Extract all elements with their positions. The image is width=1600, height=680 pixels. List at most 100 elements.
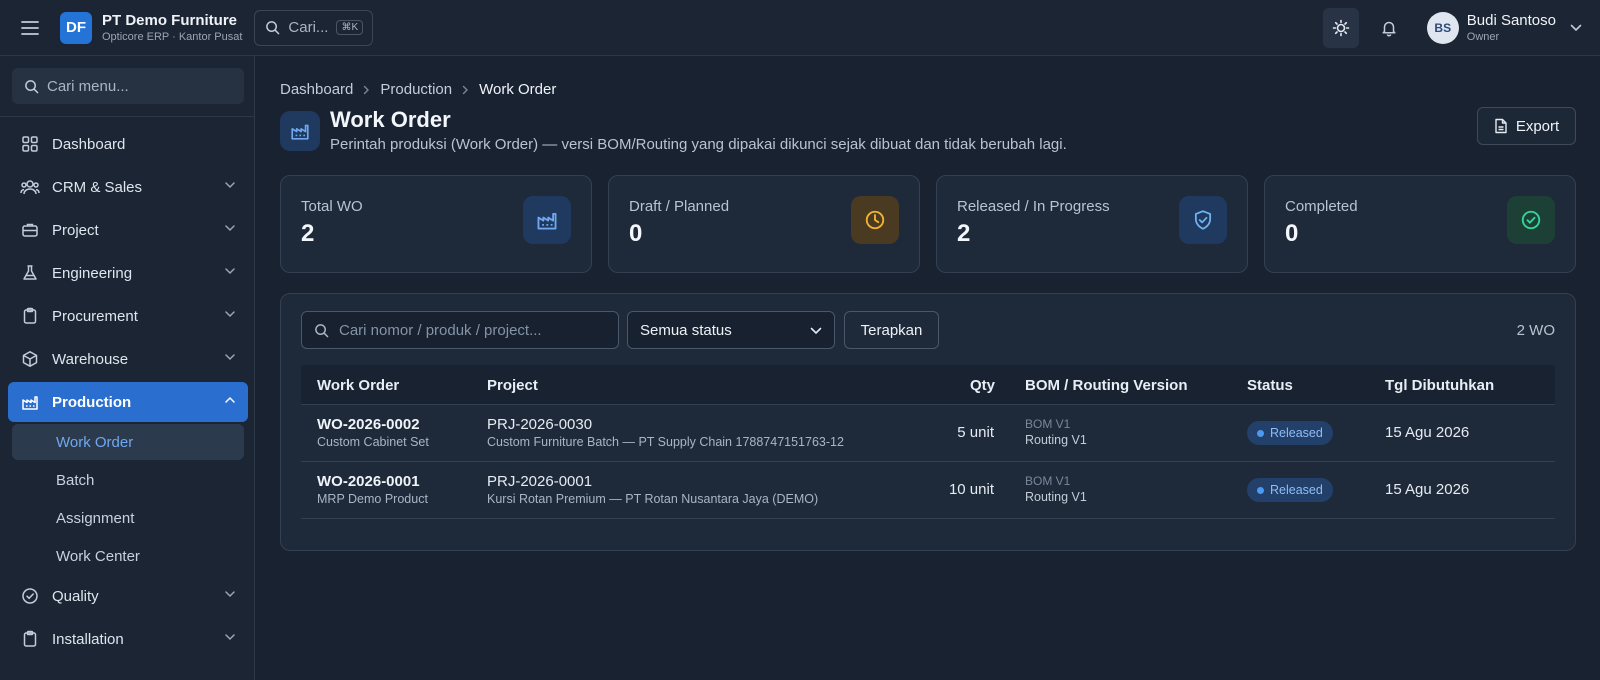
bom-cell: BOM V1 Routing V1 <box>1025 417 1087 447</box>
qty-cell: 5 unit <box>957 424 994 441</box>
column-header-qty: Qty <box>970 377 996 394</box>
shield-check-icon <box>1179 196 1227 244</box>
page-description: Perintah produksi (Work Order) — versi B… <box>330 136 1067 153</box>
sidebar-subitem-work-order[interactable]: Work Order <box>12 424 244 460</box>
chevron-down-icon <box>224 310 236 318</box>
sidebar-item-label: Quality <box>52 587 99 605</box>
wo-number[interactable]: WO-2026-0001 <box>317 473 428 490</box>
check-circle-icon <box>20 586 40 606</box>
stat-value: 2 <box>301 220 315 247</box>
sidebar-item-dashboard[interactable]: Dashboard <box>8 124 248 164</box>
stat-card-draft-planned: Draft / Planned 0 <box>608 175 920 273</box>
factory-icon <box>20 392 40 412</box>
top-bar: DF PT Demo Furniture Opticore ERP · Kant… <box>0 0 1600 56</box>
project-description: Kursi Rotan Premium — PT Rotan Nusantara… <box>487 492 819 506</box>
sidebar-item-label: Engineering <box>52 264 133 282</box>
status-select[interactable]: Semua status <box>627 311 835 349</box>
stat-card-total-wo: Total WO 2 <box>280 175 592 273</box>
search-icon <box>24 79 39 94</box>
breadcrumb-dashboard[interactable]: Dashboard <box>280 81 353 98</box>
global-search-label: Cari... <box>288 19 329 36</box>
box-icon <box>20 349 40 369</box>
sidebar-item-label: Procurement <box>52 307 138 325</box>
main-content: Dashboard Production Work Order Work Ord… <box>255 56 1600 680</box>
sidebar-item-warehouse[interactable]: Warehouse <box>8 339 248 379</box>
menu-search[interactable]: Cari menu... <box>12 68 244 104</box>
table-row[interactable]: WO-2026-0001 MRP Demo Product PRJ-2026-0… <box>301 462 1555 519</box>
avatar[interactable]: BS <box>1426 12 1459 44</box>
chevron-down-icon <box>224 590 236 598</box>
export-button[interactable]: Export <box>1477 107 1576 145</box>
chevron-down-icon <box>224 224 236 232</box>
sidebar-item-crm-sales[interactable]: CRM & Sales <box>8 167 248 207</box>
sidebar-item-production[interactable]: Production <box>8 382 248 422</box>
stat-label: Completed <box>1285 198 1358 215</box>
column-header-bom-routing: BOM / Routing Version <box>1025 377 1188 394</box>
grid-icon <box>20 134 40 154</box>
sidebar-item-installation[interactable]: Installation <box>8 619 248 659</box>
chevron-down-icon <box>810 327 822 335</box>
global-search-button[interactable]: Cari... ⌘K <box>254 9 374 46</box>
status-cell: Released <box>1247 421 1333 445</box>
status-dot <box>1257 429 1264 437</box>
project-number: PRJ-2026-0030 <box>487 416 593 433</box>
brand-subtitle: Opticore ERP · Kantor Pusat <box>102 30 243 43</box>
breadcrumb-production[interactable]: Production <box>380 81 452 98</box>
sidebar-item-label: CRM & Sales <box>52 178 143 196</box>
status-label: Released <box>1270 483 1323 497</box>
user-menu[interactable]: Budi Santoso Owner <box>1467 12 1556 44</box>
date-cell: 15 Agu 2026 <box>1385 481 1470 498</box>
sidebar-item-quality[interactable]: Quality <box>8 576 248 616</box>
sidebar-subitem-assignment[interactable]: Assignment <box>12 500 244 536</box>
flask-icon <box>20 263 40 283</box>
column-header-status: Status <box>1247 377 1293 394</box>
breadcrumb: Dashboard Production Work Order <box>280 81 556 98</box>
check-circle-icon <box>1507 196 1555 244</box>
sidebar-item-engineering[interactable]: Engineering <box>8 253 248 293</box>
chevron-down-icon[interactable] <box>1570 24 1582 32</box>
wo-product: Custom Cabinet Set <box>317 435 429 449</box>
apply-filter-button[interactable]: Terapkan <box>844 311 939 349</box>
notifications-button[interactable] <box>1371 8 1407 48</box>
stat-label: Released / In Progress <box>957 198 1110 215</box>
wo-product: MRP Demo Product <box>317 492 428 506</box>
chevron-down-icon <box>224 353 236 361</box>
clock-icon <box>851 196 899 244</box>
status-badge: Released <box>1247 478 1333 502</box>
table-header: Work Order Project Qty BOM / Routing Ver… <box>301 365 1555 405</box>
file-icon <box>1494 118 1508 134</box>
wo-number[interactable]: WO-2026-0002 <box>317 416 429 433</box>
sidebar-subitem-work-center[interactable]: Work Center <box>12 538 244 574</box>
status-cell: Released <box>1247 478 1333 502</box>
top-right-controls: BS Budi Santoso Owner <box>1322 0 1600 56</box>
sun-icon <box>1332 19 1350 37</box>
bom-version: BOM V1 <box>1025 417 1071 431</box>
routing-version: Routing V1 <box>1025 490 1087 504</box>
sidebar-item-label: Project <box>52 221 99 239</box>
user-name: Budi Santoso <box>1466 12 1556 29</box>
column-header-project: Project <box>487 377 538 394</box>
chevron-down-icon <box>224 267 236 275</box>
sidebar-item-project[interactable]: Project <box>8 210 248 250</box>
stat-value: 0 <box>629 220 643 247</box>
sidebar-divider <box>0 116 255 117</box>
sidebar-subitem-batch[interactable]: Batch <box>12 462 244 498</box>
menu-toggle-icon[interactable] <box>14 12 46 44</box>
project-cell: PRJ-2026-0030 Custom Furniture Batch — P… <box>487 416 844 449</box>
factory-icon <box>280 111 320 151</box>
users-icon <box>20 177 40 197</box>
filter-search-input[interactable] <box>339 321 599 339</box>
column-header-date: Tgl Dibutuhkan <box>1385 377 1495 394</box>
factory-icon <box>523 196 571 244</box>
chevron-right-icon <box>462 85 469 95</box>
work-order-panel: Semua status Terapkan 2 WO Work Order Pr… <box>280 293 1576 551</box>
table-row[interactable]: WO-2026-0002 Custom Cabinet Set PRJ-2026… <box>301 405 1555 462</box>
sidebar-item-label: Warehouse <box>52 350 129 368</box>
status-label: Released <box>1270 426 1323 440</box>
export-label: Export <box>1515 117 1560 135</box>
bell-icon <box>1380 19 1398 37</box>
sidebar-item-procurement[interactable]: Procurement <box>8 296 248 336</box>
theme-toggle-button[interactable] <box>1322 8 1359 48</box>
project-cell: PRJ-2026-0001 Kursi Rotan Premium — PT R… <box>487 473 818 506</box>
search-icon <box>265 20 280 35</box>
